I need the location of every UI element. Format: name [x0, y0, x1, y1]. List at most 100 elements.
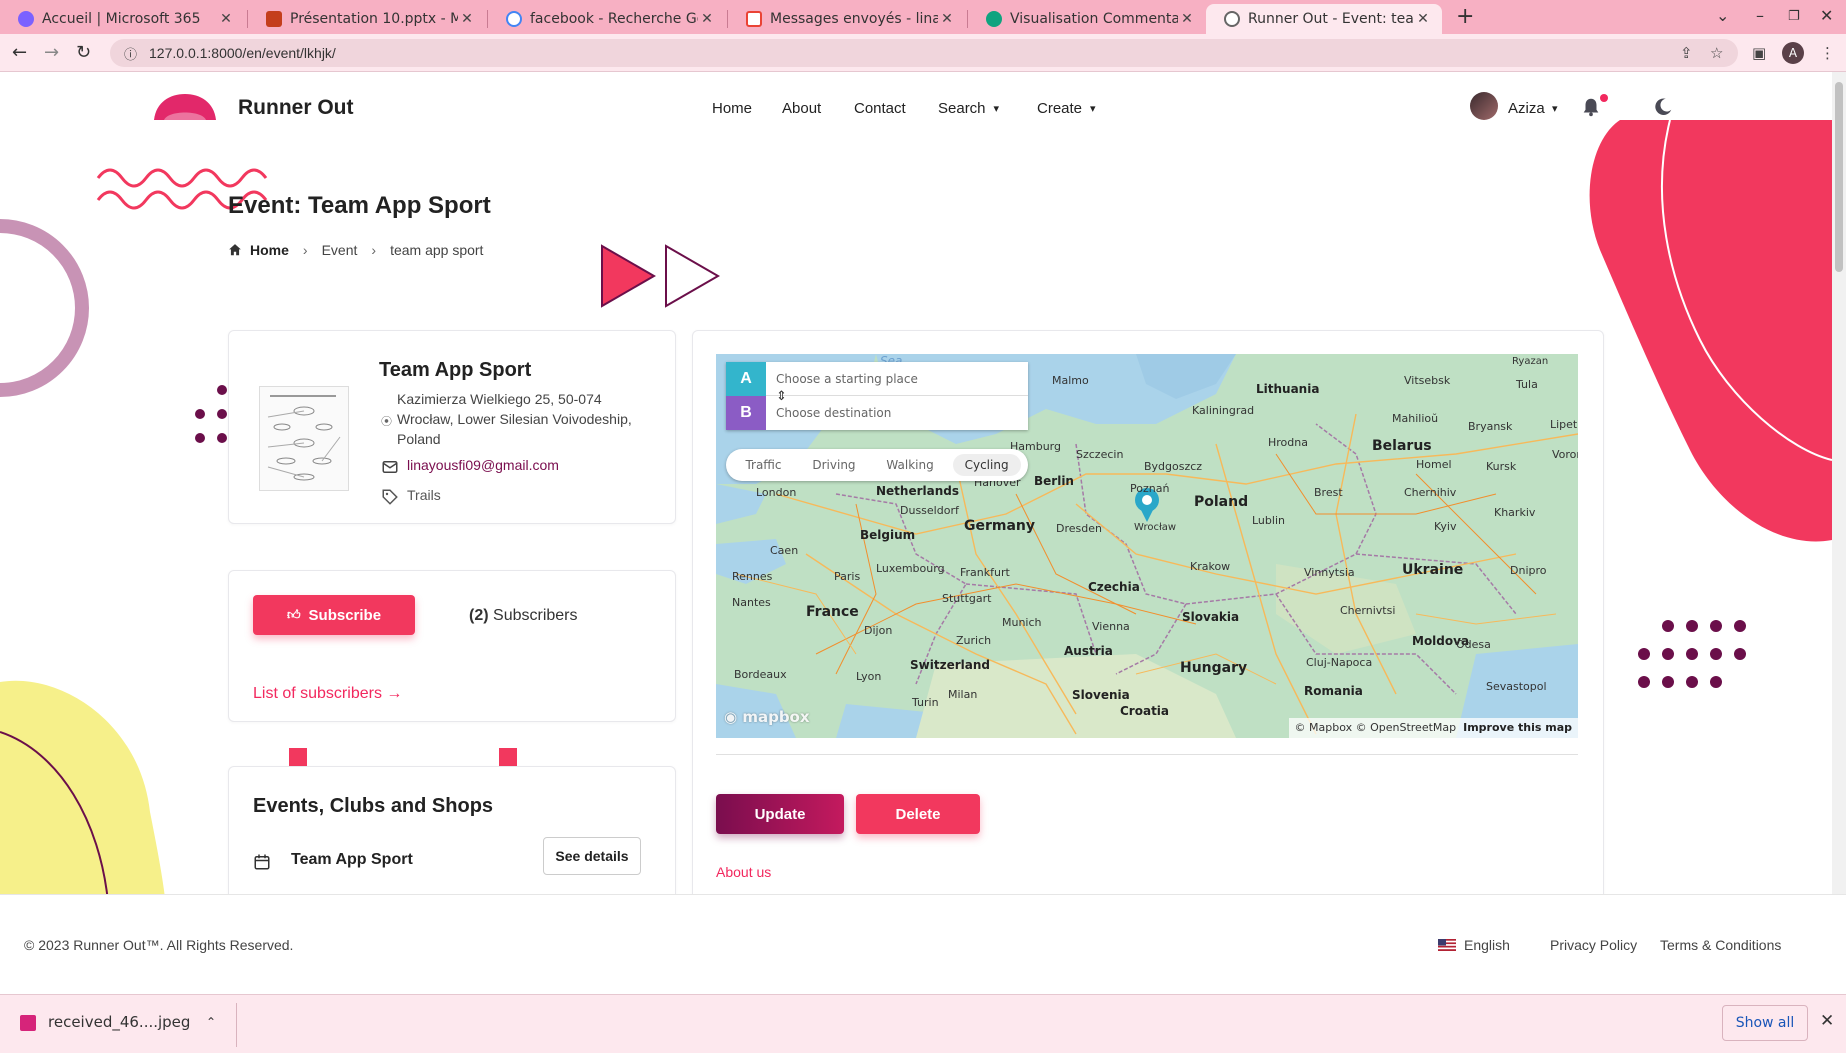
map-label: Lithuania — [1256, 382, 1320, 396]
swap-arrows-icon[interactable]: ⇕ — [776, 388, 787, 404]
close-tab-icon[interactable]: ✕ — [1178, 11, 1196, 27]
notification-bell-icon[interactable] — [1580, 96, 1602, 118]
page-scrollbar[interactable] — [1832, 72, 1846, 894]
divider — [236, 1003, 237, 1047]
back-icon[interactable]: ← — [12, 42, 27, 63]
dark-mode-moon-icon[interactable] — [1652, 96, 1674, 118]
mode-cycling[interactable]: Cycling — [952, 454, 1021, 476]
subscribe-label: Subscribe — [308, 606, 382, 624]
subscribe-button[interactable]: 👍︎ Subscribe — [253, 595, 415, 635]
chevron-down-icon[interactable]: ▾ — [1552, 102, 1558, 115]
map-label: Ryazan — [1512, 356, 1549, 367]
destination-input[interactable]: Choose destination — [776, 406, 891, 420]
thumbs-up-icon: 👍︎ — [286, 607, 301, 622]
map-label: Dusseldorf — [900, 504, 959, 517]
close-tab-icon[interactable]: ✕ — [698, 11, 716, 27]
delete-button[interactable]: Delete — [856, 794, 980, 834]
forward-icon[interactable]: → — [44, 42, 59, 63]
map-label: Odesa — [1456, 638, 1491, 651]
runner-out-logo[interactable] — [150, 92, 220, 122]
event-email-link[interactable]: linayousfi09@gmail.com — [407, 457, 559, 473]
tab-title: Messages envoyés - linayo — [770, 11, 938, 27]
mode-driving[interactable]: Driving — [800, 454, 867, 476]
map-label: Ukraine — [1402, 562, 1464, 578]
user-avatar[interactable] — [1470, 92, 1498, 120]
close-tab-icon[interactable]: ✕ — [458, 11, 476, 27]
browser-tab[interactable]: Présentation 10.pptx - Mi ✕ — [248, 4, 486, 34]
terms-conditions-link[interactable]: Terms & Conditions — [1660, 937, 1781, 953]
close-tab-icon[interactable]: ✕ — [1414, 11, 1432, 27]
restore-icon[interactable]: ❐ — [1788, 9, 1800, 24]
bookmark-star-icon[interactable]: ☆ — [1710, 44, 1723, 62]
nav-search-dropdown[interactable]: Search ▾ — [938, 100, 999, 117]
map-label: Dresden — [1056, 522, 1102, 535]
breadcrumb-home[interactable]: Home — [250, 242, 289, 258]
download-item[interactable]: received_46....jpeg — [48, 1013, 190, 1031]
close-tab-icon[interactable]: ✕ — [217, 11, 235, 27]
tab-search-icon[interactable]: ⌄ — [1716, 6, 1729, 25]
attribution-text[interactable]: © Mapbox © OpenStreetMap — [1295, 721, 1457, 734]
nav-about[interactable]: About — [782, 100, 821, 117]
map-label: Hrodna — [1268, 436, 1308, 449]
subscribers-count: (2) Subscribers — [469, 607, 578, 625]
close-window-icon[interactable]: ✕ — [1820, 6, 1833, 25]
update-button[interactable]: Update — [716, 794, 844, 834]
mode-traffic[interactable]: Traffic — [733, 454, 793, 476]
map-label: Dnipro — [1510, 564, 1547, 577]
minimize-icon[interactable]: – — [1756, 6, 1764, 25]
destination-row[interactable]: B Choose destination — [726, 396, 1028, 430]
start-row[interactable]: A Choose a starting place — [726, 361, 1028, 396]
reload-icon[interactable]: ↻ — [76, 42, 91, 63]
page-footer: © 2023 Runner Out™. All Rights Reserved.… — [0, 894, 1846, 994]
close-tab-icon[interactable]: ✕ — [938, 11, 956, 27]
map-label: Lyon — [856, 670, 882, 683]
browser-tab[interactable]: Accueil | Microsoft 365 ✕ — [0, 4, 245, 34]
browser-profile-avatar[interactable]: A — [1782, 42, 1804, 64]
events-clubs-shops-card: Events, Clubs and Shops Team App Sport S… — [228, 766, 676, 894]
event-image[interactable] — [259, 386, 349, 491]
map-label: Kharkiv — [1494, 506, 1536, 519]
scrollbar-thumb[interactable] — [1835, 82, 1843, 272]
side-panel-icon[interactable]: ▣ — [1752, 44, 1766, 62]
copyright-text: © 2023 Runner Out™. All Rights Reserved. — [24, 937, 294, 953]
mapbox-logo[interactable]: ◉ mapbox — [724, 708, 810, 726]
start-input[interactable]: Choose a starting place — [776, 372, 918, 386]
privacy-policy-link[interactable]: Privacy Policy — [1550, 937, 1637, 953]
new-tab-button[interactable]: + — [1456, 4, 1474, 29]
start-marker-badge: A — [726, 361, 766, 396]
browser-tab[interactable]: Visualisation Commentai ✕ — [968, 4, 1206, 34]
map-label: Slovakia — [1182, 610, 1240, 624]
tab-title: Runner Out - Event: team — [1248, 11, 1414, 27]
improve-map-link[interactable]: Improve this map — [1463, 721, 1572, 734]
show-all-downloads-button[interactable]: Show all — [1722, 1005, 1808, 1041]
home-icon — [229, 244, 241, 256]
nav-home[interactable]: Home — [712, 100, 752, 117]
browser-menu-icon[interactable]: ⋮ — [1820, 44, 1835, 62]
about-us-link[interactable]: About us — [716, 864, 771, 880]
user-name[interactable]: Aziza — [1508, 100, 1545, 117]
browser-tab[interactable]: facebook - Recherche Goo ✕ — [488, 4, 726, 34]
route-map[interactable]: Sea Malmo Lithuania Vitsebsk Tula Ryazan… — [716, 354, 1578, 738]
site-info-icon[interactable]: ⓘ — [124, 44, 137, 63]
map-label: Kaliningrad — [1192, 404, 1255, 417]
share-icon[interactable]: ⇪ — [1680, 44, 1693, 62]
browser-tab-active[interactable]: Runner Out - Event: team ✕ — [1206, 4, 1442, 34]
browser-tab[interactable]: Messages envoyés - linayo ✕ — [728, 4, 966, 34]
close-downloads-icon[interactable]: ✕ — [1820, 1011, 1834, 1031]
see-details-button[interactable]: See details — [543, 837, 641, 875]
subscriber-number: (2) — [469, 607, 489, 624]
nav-contact[interactable]: Contact — [854, 100, 906, 117]
chevron-up-icon[interactable]: ⌃ — [206, 1015, 216, 1029]
list-of-subscribers-link[interactable]: List of subscribers → — [253, 685, 402, 703]
brand-name[interactable]: Runner Out — [238, 96, 354, 120]
chevron-right-icon: › — [371, 242, 377, 258]
language-selector[interactable]: English — [1464, 937, 1510, 953]
map-label: Netherlands — [876, 484, 960, 498]
nav-create-dropdown[interactable]: Create ▾ — [1037, 100, 1096, 117]
url-field[interactable]: ⓘ 127.0.0.1:8000/en/event/lkhjk/ — [110, 39, 1738, 67]
calendar-icon — [254, 854, 270, 870]
map-label: Berlin — [1034, 474, 1074, 488]
breadcrumb-event[interactable]: Event — [322, 242, 358, 258]
map-label: Turin — [912, 696, 939, 709]
mode-walking[interactable]: Walking — [874, 454, 945, 476]
